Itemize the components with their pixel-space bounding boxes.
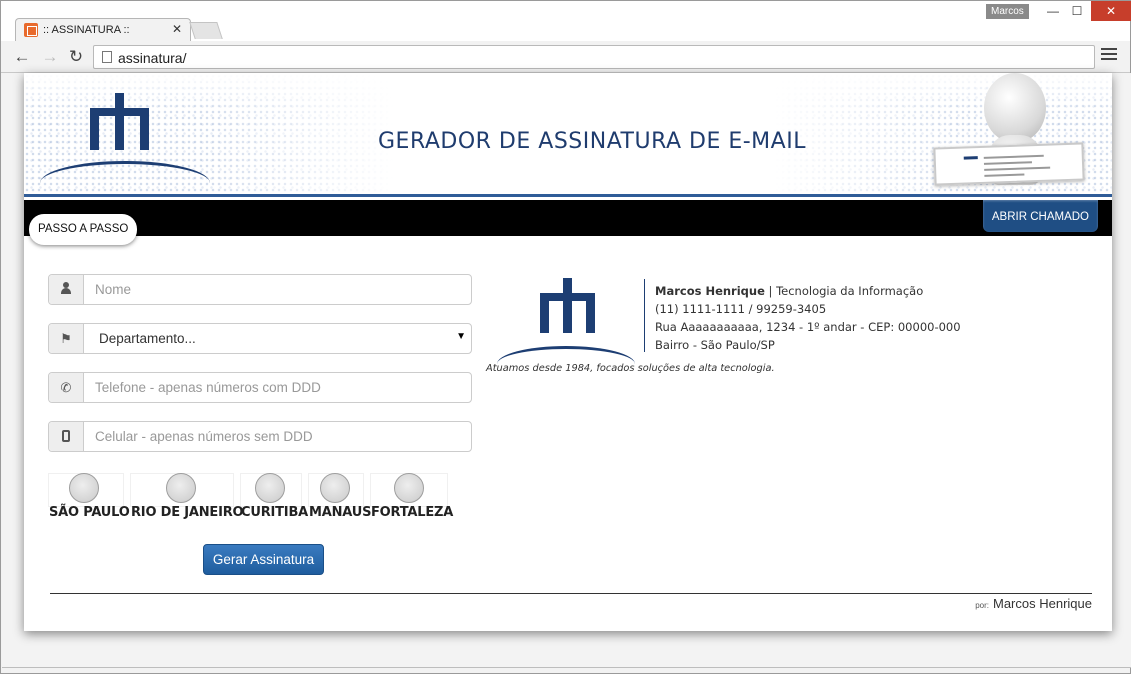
browser-toolbar: ← → ↻ assinatura/ <box>1 41 1130 73</box>
flag-icon: ⚑ <box>49 324 84 353</box>
phone-icon: ✆ <box>49 373 84 402</box>
signature-phones: (11) 1111-1111 / 99259-3405 <box>655 302 827 316</box>
signature-name: Marcos Henrique <box>655 284 765 298</box>
radio-fortaleza[interactable] <box>394 473 424 503</box>
footer-author: Marcos Henrique <box>993 596 1092 611</box>
footer-prefix: por: <box>975 601 989 610</box>
back-arrow-icon[interactable]: ← <box>13 47 31 67</box>
name-input[interactable]: Nome <box>95 282 131 297</box>
mascot-illustration <box>929 73 1089 194</box>
header-banner: GERADOR DE ASSINATURA DE E-MAIL <box>24 73 1112 197</box>
mobile-phone-icon <box>49 422 84 451</box>
page-viewport: GERADOR DE ASSINATURA DE E-MAIL PASSO A … <box>2 73 1131 668</box>
city-label: MANAUS <box>309 505 372 520</box>
chevron-down-icon[interactable]: ▼ <box>456 331 466 342</box>
name-field[interactable]: Nome <box>48 274 472 305</box>
mobile-input[interactable]: Celular - apenas números sem DDD <box>95 429 313 444</box>
signature-district: Bairro - São Paulo/SP <box>655 338 775 352</box>
signature-department: | Tecnologia da Informação <box>768 284 924 298</box>
address-bar[interactable]: assinatura/ <box>93 45 1095 69</box>
signature-name-line: Marcos Henrique | Tecnologia da Informaç… <box>655 284 923 298</box>
user-icon <box>49 275 84 304</box>
new-tab-button[interactable] <box>189 22 223 39</box>
browser-tab[interactable]: :: ASSINATURA :: ✕ <box>15 18 191 43</box>
mobile-field[interactable]: Celular - apenas números sem DDD <box>48 421 472 452</box>
signature-address: Rua Aaaaaaaaaaa, 1234 - 1º andar - CEP: … <box>655 320 961 334</box>
phone-input[interactable]: Telefone - apenas números com DDD <box>95 380 321 395</box>
generate-signature-button[interactable]: Gerar Assinatura <box>203 544 324 575</box>
browser-window: :: ASSINATURA :: ✕ Marcos — ☐ ✕ ← → ↻ as… <box>0 0 1131 674</box>
signature-divider <box>644 279 645 352</box>
company-logo <box>40 93 210 178</box>
profile-badge[interactable]: Marcos <box>986 4 1029 19</box>
reload-icon[interactable]: ↻ <box>67 47 85 67</box>
step-by-step-tab[interactable]: PASSO A PASSO <box>29 214 138 245</box>
department-value[interactable]: Departamento... <box>99 331 196 346</box>
footer-credit: por: Marcos Henrique <box>975 596 1092 611</box>
forward-arrow-icon[interactable]: → <box>41 47 59 67</box>
city-label: CURITIBA <box>241 505 309 520</box>
radio-sao-paulo[interactable] <box>69 473 99 503</box>
favicon-icon <box>24 23 38 37</box>
tab-title: :: ASSINATURA :: <box>43 24 130 36</box>
minimize-button[interactable]: — <box>1041 1 1065 21</box>
url-text[interactable]: assinatura/ <box>118 50 186 66</box>
maximize-button[interactable]: ☐ <box>1065 1 1089 21</box>
department-select[interactable]: ⚑ Departamento... ▼ <box>48 323 472 354</box>
signature-logo <box>497 278 637 358</box>
radio-manaus[interactable] <box>320 473 350 503</box>
open-ticket-button[interactable]: ABRIR CHAMADO <box>982 200 1098 232</box>
city-label: RIO DE JANEIRO <box>131 505 244 520</box>
close-tab-icon[interactable]: ✕ <box>172 22 182 36</box>
top-navbar <box>24 200 1112 236</box>
phone-field[interactable]: ✆ Telefone - apenas números com DDD <box>48 372 472 403</box>
city-label: SÃO PAULO <box>49 505 130 520</box>
radio-rio-de-janeiro[interactable] <box>166 473 196 503</box>
city-label: FORTALEZA <box>371 505 454 520</box>
close-window-button[interactable]: ✕ <box>1091 1 1131 21</box>
hamburger-menu-icon[interactable] <box>1101 48 1117 66</box>
footer-divider <box>50 593 1092 594</box>
page-container: GERADOR DE ASSINATURA DE E-MAIL PASSO A … <box>24 73 1112 631</box>
page-title: GERADOR DE ASSINATURA DE E-MAIL <box>378 129 806 154</box>
radio-curitiba[interactable] <box>255 473 285 503</box>
tab-strip: :: ASSINATURA :: ✕ Marcos — ☐ ✕ <box>1 1 1131 43</box>
signature-tagline: Atuamos desde 1984, focados soluções de … <box>486 363 775 374</box>
page-icon <box>102 51 112 63</box>
